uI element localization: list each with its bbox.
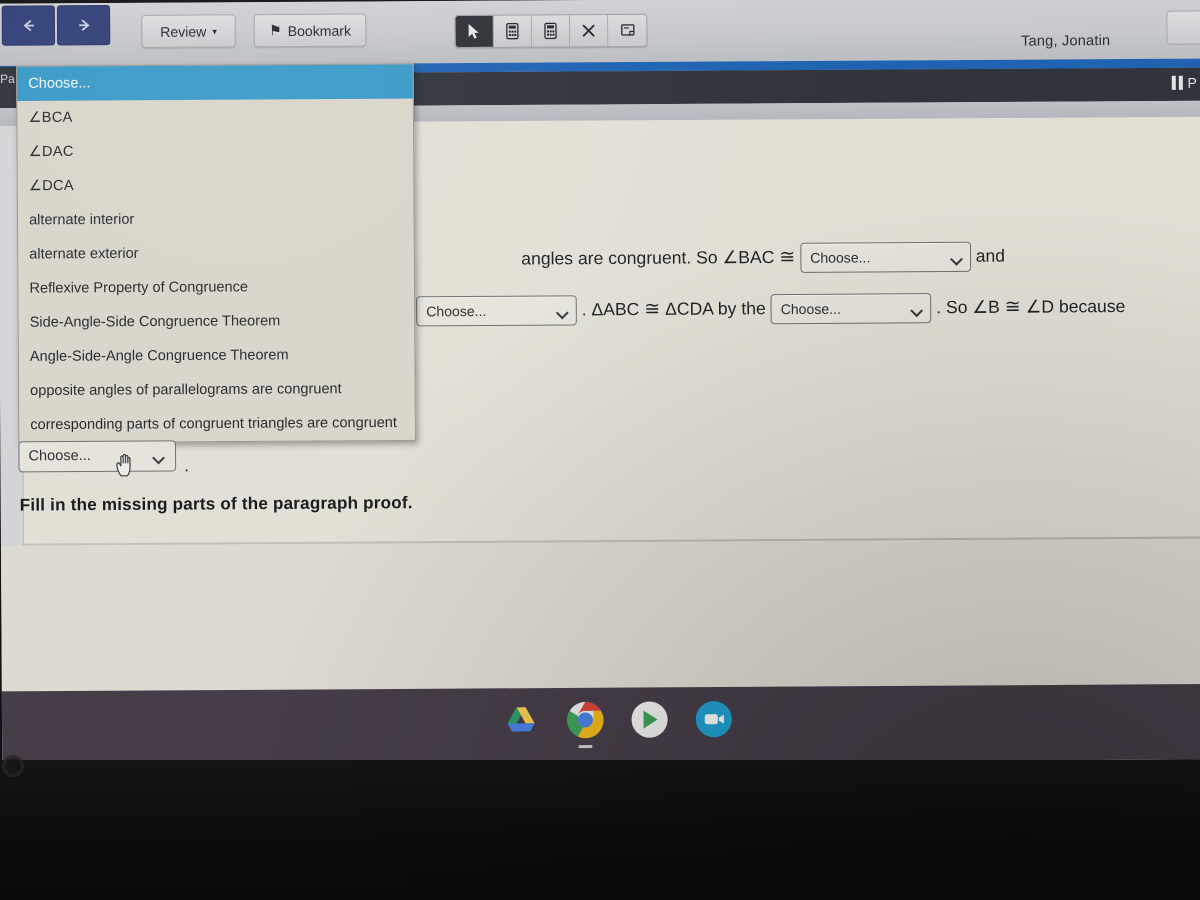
dropdown-option-6[interactable]: Reflexive Property of Congruence [18,269,414,306]
proof-text-and: and [975,245,1006,266]
eliminate-tool-button[interactable] [569,15,609,47]
dropdown-option-7[interactable]: Side-Angle-Side Congruence Theorem [19,303,415,340]
proof-select-4-value: Choose... [780,301,841,318]
notes-tool-button[interactable] [608,14,647,47]
proof-triangle-2: ΔCDA by the [665,298,766,319]
power-indicator-icon [2,755,24,777]
arrow-right-icon [78,19,90,31]
tool-button-group [454,13,648,49]
proof-select-2[interactable]: Choose... [800,242,971,274]
bookmark-button[interactable]: ⚑ Bookmark [253,13,367,48]
arrow-left-icon [22,19,34,32]
proof-text-d-because: ∠D because [1025,295,1126,317]
back-button[interactable] [1,5,56,46]
laptop-bezel [0,760,1200,900]
dropdown-option-5[interactable]: alternate exterior [18,235,414,272]
laptop-screen: Review ▾ ⚑ Bookmark Tang, Jonatin Pa P a… [0,0,1200,767]
proof-select-4[interactable]: Choose... [770,293,932,325]
note-icon [620,24,634,36]
pointer-tool-button[interactable] [455,15,494,48]
proof-select-5-value: Choose... [28,447,91,465]
forward-button[interactable] [56,5,111,46]
proof-select-2-value: Choose... [810,249,871,267]
page-lower-area [0,538,1200,692]
bookmark-button-label: Bookmark [287,22,352,39]
instruction-text: Fill in the missing parts of the paragra… [19,493,413,515]
proof-text-so-b: So ∠B [945,296,1000,318]
dropdown-option-10[interactable]: corresponding parts of congruent triangl… [19,406,415,443]
pause-icon [1171,75,1183,90]
proof-text-1: angles are congruent. So ∠BAC [521,246,775,269]
proof-select-3-value: Choose... [426,303,487,320]
calculator-2-tool-button[interactable] [531,15,571,47]
toolbar-edge-button[interactable] [1166,10,1200,45]
proof-final-period: . [184,456,189,476]
test-toolbar: Review ▾ ⚑ Bookmark Tang, Jonatin [0,0,1200,66]
review-button-label: Review [160,22,207,40]
dropdown-option-0[interactable]: Choose... [17,64,413,101]
chevron-down-icon: ▾ [212,26,217,37]
chromeos-shelf: Sign out [1,684,1200,767]
pointer-icon [468,23,479,39]
close-icon [582,24,595,37]
review-button[interactable]: Review ▾ [141,14,236,48]
proof-period-1: . [581,299,587,320]
pause-button-label: P [1187,74,1197,91]
dropdown-option-1[interactable]: ∠BCA [17,99,413,136]
dropdown-option-3[interactable]: ∠DCA [18,167,414,204]
running-indicator [578,745,593,749]
dropdown-option-4[interactable]: alternate interior [18,201,414,238]
proof-triangle-1: ΔABC [591,298,640,320]
screen-photograph: Review ▾ ⚑ Bookmark Tang, Jonatin Pa P a… [0,0,1200,900]
navigation-buttons [1,5,111,46]
play-store-icon[interactable] [629,699,669,739]
dropdown-option-2[interactable]: ∠DAC [17,133,413,170]
calculator-icon [544,22,557,40]
google-drive-icon[interactable] [501,700,541,740]
dropdown-option-9[interactable]: opposite angles of parallelograms are co… [19,372,415,409]
shelf-icon-group [501,699,734,749]
congruent-symbol: ≅ [1004,296,1021,318]
proof-select-3[interactable]: Choose... [416,295,577,327]
bookmark-icon: ⚑ [269,22,282,39]
chrome-icon[interactable] [565,700,605,749]
congruent-symbol: ≅ [644,298,661,321]
zoom-icon[interactable] [694,699,734,739]
calculator-tool-button[interactable] [493,15,533,47]
proof-period-2: . [936,297,942,318]
congruent-symbol: ≅ [779,246,796,268]
dropdown-option-8[interactable]: Angle-Side-Angle Congruence Theorem [19,337,415,374]
proof-select-5[interactable]: Choose... [18,440,177,473]
hand-cursor-icon [116,453,131,477]
select-options-popup[interactable]: Choose... ∠BCA ∠DAC ∠DCA alternate inter… [16,63,416,444]
user-name-label: Tang, Jonatin [1021,33,1111,50]
pause-button[interactable]: P [1171,75,1197,91]
calculator-icon [506,22,519,40]
